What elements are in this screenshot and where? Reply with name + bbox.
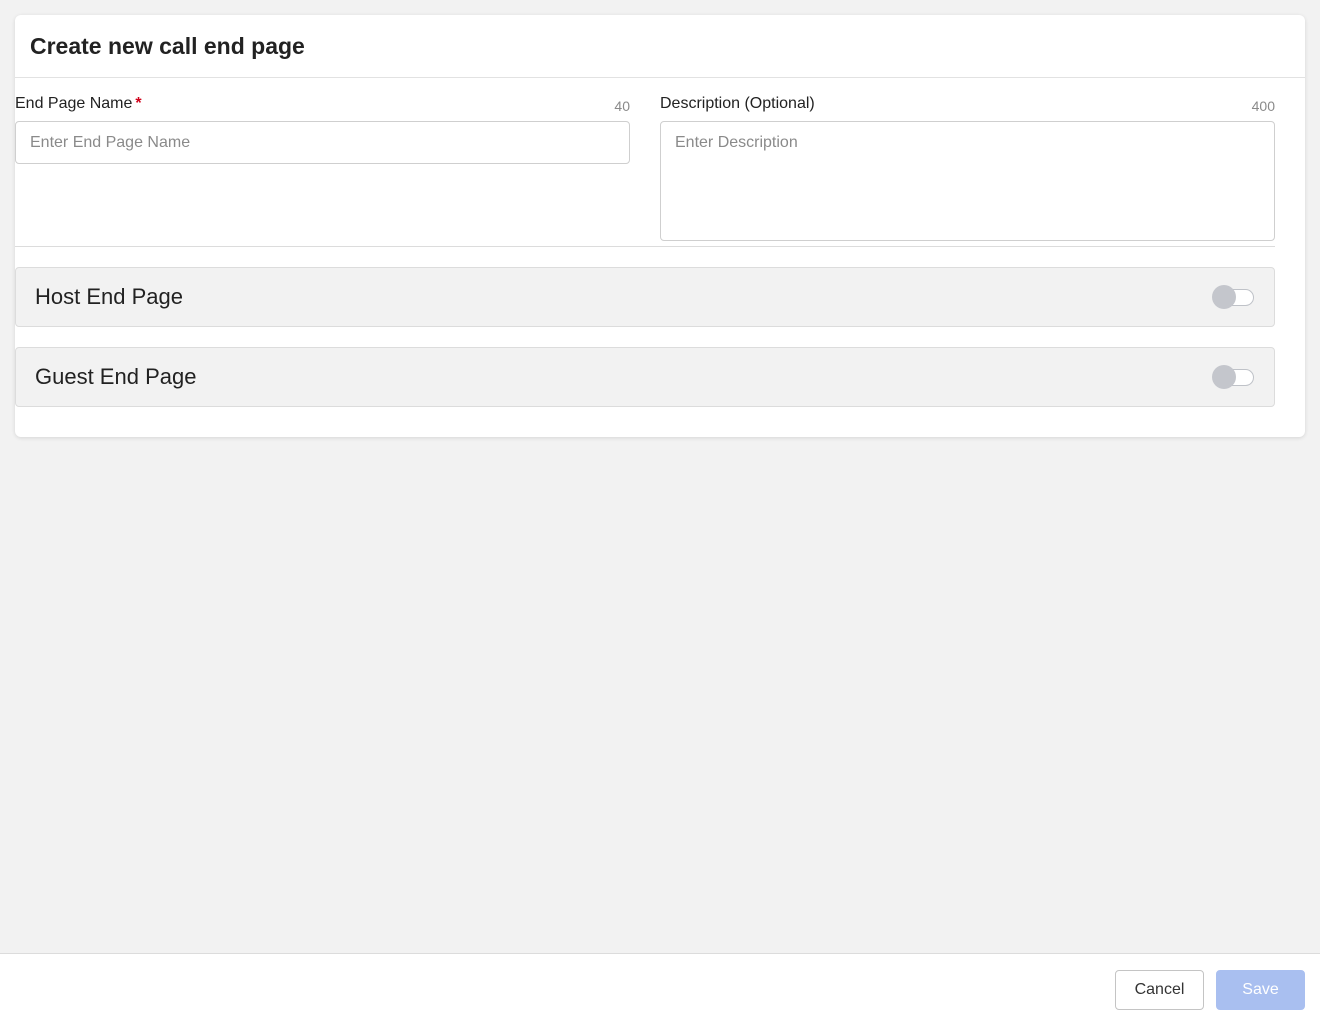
guest-end-page-section: Guest End Page: [15, 347, 1275, 407]
guest-end-page-title: Guest End Page: [35, 364, 197, 389]
end-page-name-header: End Page Name * 40: [15, 78, 630, 121]
host-end-page-toggle[interactable]: [1212, 285, 1255, 309]
description-textarea[interactable]: [660, 121, 1275, 241]
guest-end-page-toggle[interactable]: [1212, 365, 1255, 389]
cancel-button[interactable]: Cancel: [1115, 970, 1204, 1010]
end-page-name-counter: 40: [614, 98, 630, 114]
description-field: Description (Optional) 400: [660, 78, 1275, 246]
page-title: Create new call end page: [30, 32, 305, 59]
end-page-name-label: End Page Name *: [15, 95, 142, 113]
save-button[interactable]: Save: [1216, 970, 1305, 1010]
end-page-name-input[interactable]: [15, 121, 630, 164]
required-marker: *: [135, 95, 142, 112]
section-divider: [15, 246, 1275, 247]
toggle-knob: [1212, 285, 1236, 309]
description-header: Description (Optional) 400: [660, 78, 1275, 121]
card-header: Create new call end page: [15, 15, 1305, 78]
host-end-page-title: Host End Page: [35, 284, 183, 309]
host-end-page-section: Host End Page: [15, 267, 1275, 327]
toggle-knob: [1212, 365, 1236, 389]
end-page-name-label-text: End Page Name: [15, 95, 133, 112]
end-page-name-field: End Page Name * 40: [15, 78, 630, 164]
description-label: Description (Optional): [660, 95, 815, 112]
description-counter: 400: [1251, 98, 1275, 114]
form-row: End Page Name* 40 Description (Optional)…: [15, 78, 1275, 246]
footer-bar: Cancel Save: [0, 953, 1320, 1024]
